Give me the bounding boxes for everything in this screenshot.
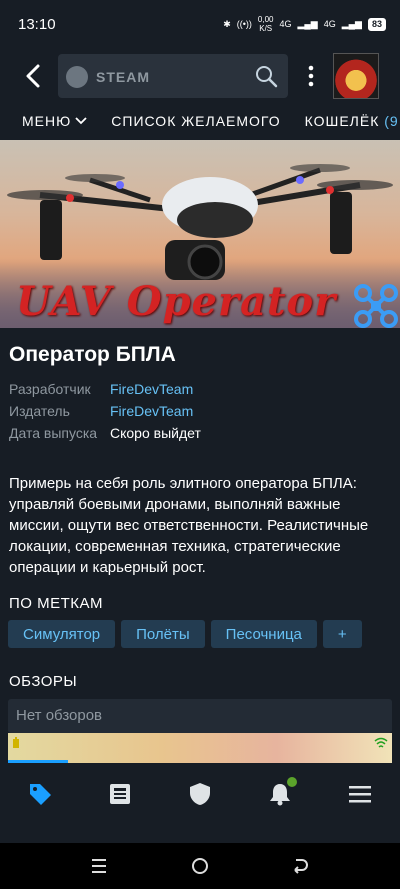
tag-icon[interactable] <box>27 781 53 807</box>
signal-sim2-label: 4G <box>323 18 336 29</box>
nav-menu-dropdown[interactable]: МЕНЮ <box>22 113 87 129</box>
release-date-value: Скоро выйдет <box>110 425 201 441</box>
nav-wishlist[interactable]: СПИСОК ЖЕЛАЕМОГО <box>111 113 280 129</box>
notifications-button[interactable] <box>267 777 297 807</box>
home-icon[interactable] <box>190 856 210 876</box>
bottom-navigation <box>0 763 400 843</box>
user-avatar[interactable] <box>333 53 379 99</box>
nav-wallet[interactable]: КОШЕЛЁК (9,20 <box>305 113 400 129</box>
tag-sandbox[interactable]: Песочница <box>210 620 317 648</box>
signal-bars-icon-2: ▂▄▆ <box>341 18 362 29</box>
developer-row: Разработчик FireDevTeam <box>9 381 389 401</box>
nav-wishlist-label: СПИСОК ЖЕЛАЕМОГО <box>111 113 281 129</box>
hero-title-overlay: UAV Operator <box>16 278 337 325</box>
reviews-empty-box: Нет обзоров <box>8 699 392 733</box>
game-header-image[interactable]: UAV Operator <box>0 140 400 328</box>
game-description: Примерь на себя роль элитного оператора … <box>9 475 369 576</box>
status-bar: 13:10 ✱ ((•)) 0,00 K/S 4G ▂▄▆ 4G ▂▄▆ 83 <box>0 0 400 50</box>
hamburger-icon[interactable] <box>347 781 373 807</box>
publisher-link[interactable]: FireDevTeam <box>110 403 193 419</box>
steam-logo-icon <box>66 66 88 88</box>
network-speed-value: 0,00 <box>257 15 274 24</box>
signal-sim1-label: 4G <box>279 18 292 29</box>
battery-small-icon <box>13 737 19 748</box>
top-bar: STEAM <box>0 50 400 102</box>
drone-logo-icon <box>354 284 398 328</box>
nav-wallet-label: КОШЕЛЁК <box>304 113 380 129</box>
shield-icon[interactable] <box>187 781 213 807</box>
tags-list: Симулятор Полёты Песочница + <box>8 620 362 648</box>
search-icon[interactable] <box>254 64 278 88</box>
system-navigation-bar <box>0 843 400 889</box>
chevron-down-icon <box>75 117 87 125</box>
network-speed-unit: K/S <box>259 24 273 33</box>
search-bar[interactable]: STEAM <box>58 54 288 98</box>
nav-menu-label: МЕНЮ <box>22 113 72 129</box>
store-nav-menu: МЕНЮ СПИСОК ЖЕЛАЕМОГО КОШЕЛЁК (9,20 <box>0 102 400 140</box>
wifi-small-icon <box>374 737 388 748</box>
more-options-icon[interactable] <box>304 62 318 90</box>
release-date-row: Дата выпуска Скоро выйдет <box>9 425 389 445</box>
back-arrow-icon[interactable] <box>20 62 48 90</box>
wallet-balance: (9,20 <box>384 113 400 129</box>
status-icons: ✱ ((•)) 0,00 K/S 4G ▂▄▆ 4G ▂▄▆ 83 <box>223 15 386 33</box>
notification-dot <box>287 777 297 787</box>
tag-simulator[interactable]: Симулятор <box>8 620 116 648</box>
tag-more-button[interactable]: + <box>322 620 362 648</box>
developer-label: Разработчик <box>9 381 91 397</box>
tags-heading: ПО МЕТКАМ <box>9 595 104 612</box>
media-preview-strip[interactable] <box>8 733 392 763</box>
release-date-label: Дата выпуска <box>9 425 98 441</box>
system-back-icon[interactable] <box>290 856 310 876</box>
tag-flights[interactable]: Полёты <box>121 620 205 648</box>
signal-bars-icon: ▂▄▆ <box>297 18 318 29</box>
battery-indicator: 83 <box>367 17 386 31</box>
reviews-heading: ОБЗОРЫ <box>9 673 78 690</box>
publisher-label: Издатель <box>9 403 70 419</box>
network-speed: 0,00 K/S <box>258 15 274 33</box>
reviews-empty-text: Нет обзоров <box>16 707 103 724</box>
recent-apps-icon[interactable] <box>89 856 109 876</box>
publisher-row: Издатель FireDevTeam <box>9 403 389 423</box>
search-brand-label: STEAM <box>96 69 150 85</box>
status-time: 13:10 <box>18 16 56 33</box>
bluetooth-icon: ✱ <box>223 18 231 29</box>
news-icon[interactable] <box>107 781 133 807</box>
game-title: Оператор БПЛА <box>9 343 176 366</box>
developer-link[interactable]: FireDevTeam <box>110 381 193 397</box>
hotspot-icon: ((•)) <box>236 18 252 29</box>
